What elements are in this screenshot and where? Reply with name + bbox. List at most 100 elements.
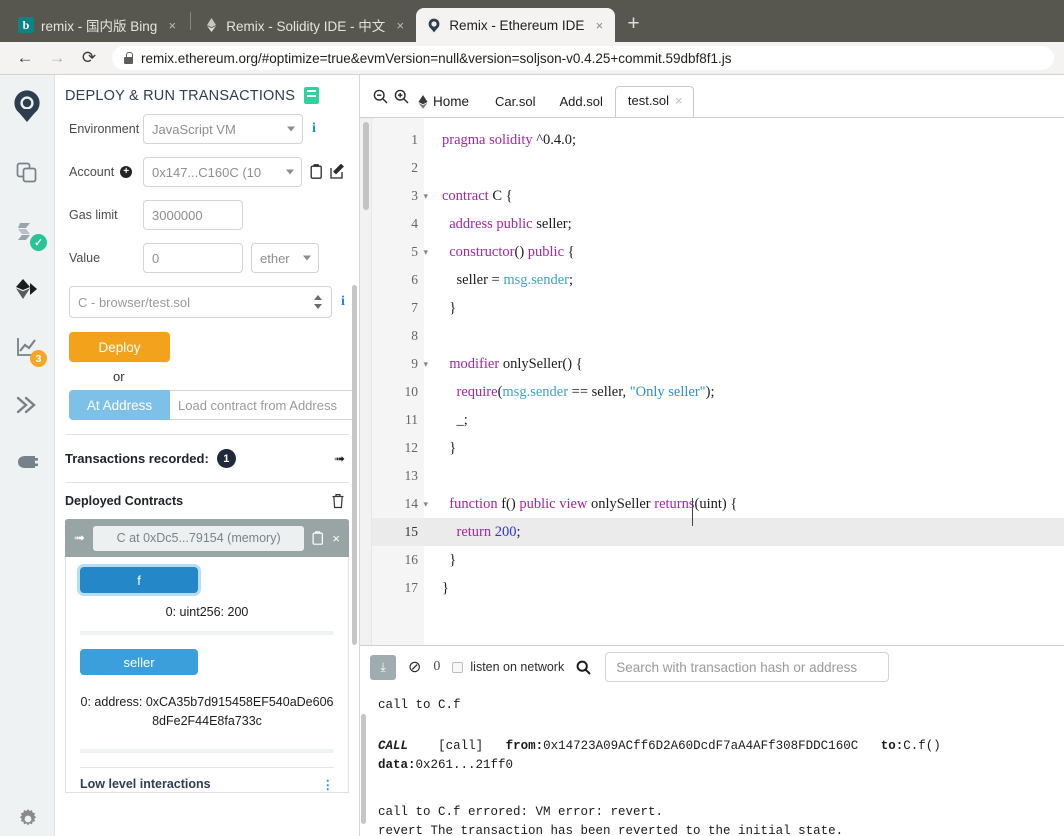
file-explorers-icon[interactable]: [5, 151, 49, 195]
at-address-button[interactable]: At Address: [69, 390, 170, 420]
code-line: return 200;: [424, 518, 1064, 546]
line-number: 15: [372, 518, 424, 546]
deployed-instance-title: C at 0xDc5...79154 (memory): [92, 525, 305, 551]
add-account-icon[interactable]: +: [120, 166, 133, 178]
low-level-text: Low level interactions: [80, 777, 211, 791]
text-cursor: [692, 498, 693, 526]
chevron-down-icon[interactable]: ➟: [334, 451, 345, 467]
more-options-icon[interactable]: ⋮: [322, 777, 335, 792]
environment-info-icon[interactable]: i: [312, 121, 316, 137]
forward-icon[interactable]: →: [42, 43, 72, 73]
panel-scrollbar[interactable]: [351, 75, 358, 836]
code-line: constructor() public {: [449, 244, 575, 260]
deploy-button[interactable]: Deploy: [69, 332, 170, 362]
log-to-key: to:: [880, 739, 904, 753]
toggle-terminal-icon[interactable]: ⤓: [370, 654, 396, 680]
back-icon[interactable]: ←: [10, 43, 40, 73]
new-tab-button[interactable]: +: [627, 12, 639, 36]
trash-icon[interactable]: [331, 493, 345, 509]
ethereum-icon: [203, 17, 219, 33]
browser-tab-bing[interactable]: b remix - 国内版 Bing ×: [8, 8, 189, 42]
panel-title: DEPLOY & RUN TRANSACTIONS: [65, 87, 296, 104]
editor-tab-add-sol[interactable]: Add.sol: [547, 94, 614, 117]
browser-tab-strip: b remix - 国内版 Bing × Remix - Solidity ID…: [0, 0, 1064, 42]
listen-on-network-toggle[interactable]: listen on network: [452, 660, 564, 674]
contract-select[interactable]: C - browser/test.sol: [69, 286, 332, 318]
solidity-compiler-icon[interactable]: ✓: [5, 209, 49, 253]
function-button-seller[interactable]: seller: [80, 649, 198, 675]
home-tab-label: Home: [433, 94, 470, 109]
browser-tab-remix-ethereum-ide[interactable]: Remix - Ethereum IDE ×: [416, 8, 616, 42]
close-icon[interactable]: ×: [392, 18, 408, 33]
edit-icon[interactable]: [330, 164, 345, 180]
log-call-label: CALL: [378, 739, 409, 753]
terminal-panel: ⤓ ⊘ 0 listen on network Search with tran…: [360, 645, 1064, 836]
function-button-f[interactable]: f: [80, 567, 198, 593]
editor-tab-test-sol[interactable]: test.sol ×: [614, 86, 694, 118]
contract-info-icon[interactable]: i: [341, 294, 345, 310]
gas-limit-input[interactable]: 3000000: [143, 200, 243, 230]
search-icon[interactable]: [576, 660, 591, 675]
address-bar[interactable]: remix.ethereum.org/#optimize=true&evmVer…: [112, 46, 1054, 70]
environment-select[interactable]: JavaScript VM: [143, 114, 303, 144]
remix-logo-icon[interactable]: [5, 85, 49, 129]
zoom-in-icon[interactable]: [391, 75, 412, 117]
listen-on-network-label: listen on network: [470, 660, 565, 674]
settings-button[interactable]: [0, 808, 55, 830]
terminal-log: call to C.f CALL [call] from:0x14723A09A…: [360, 688, 1064, 836]
line-number: 1: [411, 132, 418, 147]
log-line-call-to: call to C.f: [378, 698, 461, 712]
browser-toolbar: ← → ⟳ remix.ethereum.org/#optimize=true&…: [0, 42, 1064, 74]
home-tab[interactable]: Home: [412, 94, 483, 117]
browser-tab-remix-cn[interactable]: Remix - Solidity IDE - 中文 ×: [193, 8, 417, 42]
line-number: 11: [405, 412, 418, 427]
account-label-text: Account: [69, 165, 115, 179]
close-icon[interactable]: ×: [675, 93, 683, 108]
plugin-manager-icon[interactable]: [5, 441, 49, 485]
contract-select-value: C - browser/test.sol: [78, 294, 190, 310]
tab-divider: [190, 12, 192, 30]
close-icon[interactable]: ×: [332, 531, 340, 546]
close-icon[interactable]: ×: [591, 18, 607, 33]
code-editor[interactable]: 1 2 3 ▾ 4 5 ▾ 6 7 8 9 ▾ 10 11 12 13 14 ▾ 15 16 17 pragma sol…: [360, 117, 1064, 645]
code-content[interactable]: pragma solidity ^0.4.0; contract C { add…: [424, 118, 1064, 645]
analysis-icon[interactable]: 3: [5, 325, 49, 369]
clear-console-icon[interactable]: ⊘: [408, 657, 421, 677]
account-row: Account + 0x147...C160C (10: [69, 157, 345, 187]
transactions-recorded-row[interactable]: Transactions recorded: 1 ➟: [55, 435, 359, 482]
code-line: }: [442, 440, 457, 456]
editor-tab-label: test.sol: [627, 93, 670, 108]
close-icon[interactable]: ×: [164, 18, 180, 33]
value-unit-select[interactable]: ether: [251, 243, 319, 273]
chevron-down-icon: [287, 126, 295, 132]
transaction-search-input[interactable]: Search with transaction hash or address: [605, 652, 890, 682]
deploy-and-run-icon[interactable]: [5, 267, 49, 311]
line-number: 10: [404, 384, 419, 399]
value-input[interactable]: 0: [143, 243, 243, 273]
deployed-contracts-header: Deployed Contracts: [55, 483, 359, 519]
checkbox-icon[interactable]: [452, 661, 464, 673]
reload-icon[interactable]: ⟳: [74, 43, 104, 73]
compiler-status-badge: ✓: [30, 234, 47, 251]
gas-limit-label: Gas limit: [69, 208, 118, 222]
account-select[interactable]: 0x147...C160C (10: [143, 157, 302, 187]
terminal-scrollbar[interactable]: [360, 688, 368, 836]
line-number: 12: [404, 440, 419, 455]
editor-scrollbar[interactable]: [360, 118, 372, 645]
editor-tab-car-sol[interactable]: Car.sol: [483, 94, 547, 117]
environment-label: Environment: [69, 122, 140, 136]
deployed-instance-header[interactable]: ➟ C at 0xDc5...79154 (memory) ×: [65, 519, 349, 557]
documentation-icon[interactable]: [304, 87, 320, 104]
value-unit-value: ether: [260, 250, 290, 266]
line-number: 13: [404, 468, 419, 483]
function-result-seller: 0: address: 0xCA35b7d915458EF540aDe606 8…: [80, 695, 334, 728]
chevron-down-icon[interactable]: ➟: [74, 530, 85, 546]
at-address-input[interactable]: Load contract from Address: [170, 390, 356, 420]
testing-icon[interactable]: [5, 383, 49, 427]
copy-icon[interactable]: [312, 531, 324, 545]
line-number: 7: [411, 300, 418, 315]
copy-icon[interactable]: [310, 164, 325, 180]
zoom-out-icon[interactable]: [370, 75, 391, 117]
